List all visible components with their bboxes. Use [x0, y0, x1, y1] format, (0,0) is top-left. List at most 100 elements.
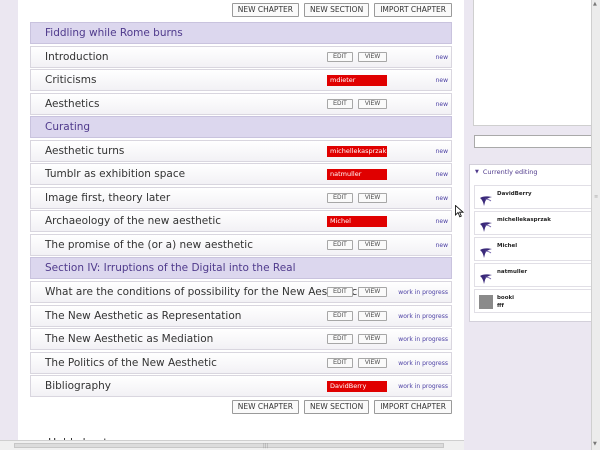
collapse-triangle-icon: ▼ — [475, 169, 479, 175]
chapter-title[interactable]: Criticisms — [45, 74, 96, 86]
chapter-title[interactable]: The New Aesthetic as Representation — [45, 310, 241, 322]
chapter-actions: EDIT VIEW — [327, 239, 387, 250]
toolbar-top: NEW CHAPTER NEW SECTION IMPORT CHAPTER — [18, 3, 464, 17]
editor-username: michellekasprzak — [497, 217, 551, 223]
chapter-row[interactable]: The promise of the (or a) new aesthetic E… — [30, 233, 452, 256]
edit-chapter-button[interactable]: EDIT — [327, 98, 353, 109]
chapter-row[interactable]: Aesthetics EDIT VIEW new — [30, 92, 452, 115]
user-photo-icon — [479, 295, 493, 309]
chapter-title[interactable]: Aesthetic turns — [45, 145, 124, 157]
chapter-status-link[interactable]: work in progress — [398, 336, 448, 343]
view-chapter-button[interactable]: VIEW — [358, 51, 387, 62]
toolbar-bottom: NEW CHAPTER NEW SECTION IMPORT CHAPTER — [18, 400, 464, 414]
vertical-scrollbar[interactable]: ▲ ≡ ▼ — [591, 0, 600, 450]
locked-by-badge: Michel — [327, 216, 387, 228]
chapter-actions: EDIT VIEW — [327, 98, 387, 109]
chapter-row[interactable]: What are the conditions of possibility f… — [30, 281, 452, 304]
chapter-row[interactable]: The Politics of the New Aesthetic EDIT VIE… — [30, 351, 452, 374]
chapter-status-link[interactable]: new — [436, 242, 448, 249]
edit-chapter-button[interactable]: EDIT — [327, 357, 353, 368]
chapter-list-panel: NEW CHAPTER NEW SECTION IMPORT CHAPTER F… — [18, 0, 464, 444]
chapter-status-link[interactable]: new — [436, 101, 448, 108]
editor-username: DavidBerry — [497, 191, 532, 197]
scrollbar-thumb[interactable] — [14, 443, 444, 448]
editor-item: booki fff — [474, 289, 593, 313]
chat-input[interactable] — [474, 135, 592, 148]
view-chapter-button[interactable]: VIEW — [358, 334, 387, 345]
new-section-button-bottom[interactable]: NEW SECTION — [303, 400, 370, 414]
chapter-row[interactable]: Introduction EDIT VIEW new — [30, 45, 452, 68]
import-chapter-button[interactable]: IMPORT CHAPTER — [374, 3, 452, 17]
chapter-title[interactable]: The promise of the (or a) new aesthetic — [45, 239, 253, 251]
editor-item: DavidBerry — [474, 185, 593, 209]
chapter-title[interactable]: Bibliography — [45, 380, 111, 392]
import-chapter-button-bottom[interactable]: IMPORT CHAPTER — [374, 400, 452, 414]
chapter-row[interactable]: Tumblr as exhibition space natmuller new — [30, 163, 452, 186]
view-chapter-button[interactable]: VIEW — [358, 310, 387, 321]
chapter-actions: EDIT VIEW — [327, 334, 387, 345]
chapter-title[interactable]: Introduction — [45, 51, 109, 63]
currently-editing-panel: ▼ Currently editing DavidBerry michelleka… — [469, 164, 596, 322]
section-row[interactable]: Fiddling while Rome burns — [30, 22, 452, 44]
chapter-title[interactable]: What are the conditions of possibility f… — [45, 286, 363, 298]
chapter-title[interactable]: The New Aesthetic as Mediation — [45, 333, 213, 345]
edit-chapter-button[interactable]: EDIT — [327, 192, 353, 203]
scroll-up-icon[interactable]: ▲ — [593, 1, 597, 7]
horizontal-scrollbar[interactable]: ||| — [0, 440, 464, 450]
view-chapter-button[interactable]: VIEW — [358, 239, 387, 250]
new-chapter-button[interactable]: NEW CHAPTER — [231, 3, 299, 17]
chapter-title[interactable]: Tumblr as exhibition space — [45, 168, 185, 180]
edit-chapter-button[interactable]: EDIT — [327, 310, 353, 321]
currently-editing-header[interactable]: ▼ Currently editing — [475, 168, 538, 176]
chapter-row[interactable]: Bibliography DavidBerry work in progress — [30, 375, 452, 398]
editor-subtitle: fff — [497, 303, 504, 309]
currently-editing-title: Currently editing — [482, 168, 538, 176]
edit-chapter-button[interactable]: EDIT — [327, 334, 353, 345]
view-chapter-button[interactable]: VIEW — [358, 357, 387, 368]
scroll-grip-icon: ||| — [263, 443, 269, 449]
section-title[interactable]: Fiddling while Rome burns — [45, 27, 183, 39]
chapter-row[interactable]: The New Aesthetic as Representation EDIT V… — [30, 304, 452, 327]
editor-item: natmuller — [474, 263, 593, 287]
chapter-title[interactable]: Archaeology of the new aesthetic — [45, 215, 221, 227]
chapter-status-link[interactable]: work in progress — [398, 383, 448, 390]
chapter-actions: EDIT VIEW — [327, 357, 387, 368]
chapter-title[interactable]: Image first, theory later — [45, 192, 170, 204]
new-section-button[interactable]: NEW SECTION — [303, 3, 370, 17]
chapter-status-link[interactable]: work in progress — [398, 313, 448, 320]
editor-username: Michel — [497, 243, 518, 249]
chapter-status-link[interactable]: work in progress — [398, 289, 448, 296]
chat-messages-box — [473, 0, 593, 126]
chapter-status-link[interactable]: new — [436, 195, 448, 202]
section-row[interactable]: Section IV: Irruptions of the Digital in… — [30, 257, 452, 280]
new-chapter-button-bottom[interactable]: NEW CHAPTER — [231, 400, 299, 414]
section-title[interactable]: Curating — [45, 121, 90, 133]
chapter-status-link[interactable]: new — [436, 77, 448, 84]
booktype-bird-icon — [479, 244, 493, 258]
chapter-row[interactable]: Archaeology of the new aesthetic Michel ne… — [30, 210, 452, 233]
chapter-status-link[interactable]: new — [436, 148, 448, 155]
edit-chapter-button[interactable]: EDIT — [327, 239, 353, 250]
chapter-row[interactable]: The New Aesthetic as Mediation EDIT VIEW wo… — [30, 328, 452, 351]
edit-chapter-button[interactable]: EDIT — [327, 51, 353, 62]
chapter-status-link[interactable]: new — [436, 171, 448, 178]
section-title[interactable]: Section IV: Irruptions of the Digital in… — [45, 262, 296, 274]
booktype-bird-icon — [479, 192, 493, 206]
scroll-down-icon[interactable]: ▼ — [593, 441, 597, 447]
editor-item: Michel — [474, 237, 593, 261]
chapter-row[interactable]: Image first, theory later EDIT VIEW new — [30, 186, 452, 209]
view-chapter-button[interactable]: VIEW — [358, 98, 387, 109]
chapter-title[interactable]: Aesthetics — [45, 98, 99, 110]
chapter-status-link[interactable]: work in progress — [398, 360, 448, 367]
chapter-status-link[interactable]: new — [436, 54, 448, 61]
chapter-row[interactable]: Criticisms mdieter new — [30, 69, 452, 92]
view-chapter-button[interactable]: VIEW — [358, 192, 387, 203]
chapter-status-link[interactable]: new — [436, 218, 448, 225]
editor-username: natmuller — [497, 269, 528, 275]
section-row[interactable]: Curating — [30, 116, 452, 139]
chapter-actions: EDIT VIEW — [327, 287, 387, 298]
chapter-title[interactable]: The Politics of the New Aesthetic — [45, 357, 217, 369]
chapter-row[interactable]: Aesthetic turns michellekasprzak new — [30, 139, 452, 162]
view-chapter-button[interactable]: VIEW — [358, 287, 387, 298]
edit-chapter-button[interactable]: EDIT — [327, 287, 353, 298]
